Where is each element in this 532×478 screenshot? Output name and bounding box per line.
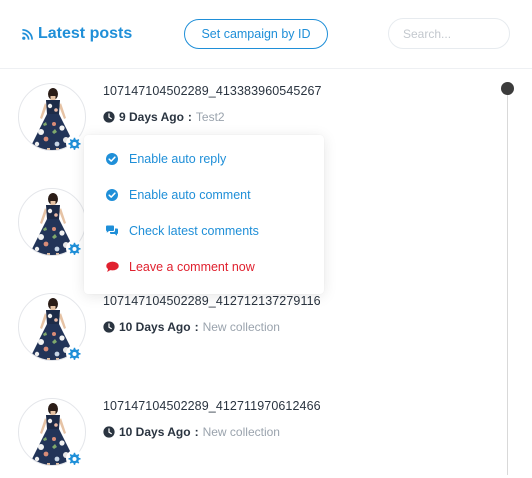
header-bar: Latest posts Set campaign by ID: [0, 0, 532, 69]
post-id[interactable]: 107147104502289_412712137279116: [103, 294, 321, 308]
check-circle-icon: [105, 152, 119, 166]
menu-item-enable-auto-comment[interactable]: Enable auto comment: [84, 180, 324, 210]
post-item[interactable]: 107147104502289_412711970612466 10 Days …: [0, 398, 490, 478]
gear-icon[interactable]: [66, 135, 83, 152]
post-age: 10 Days Ago: [119, 425, 191, 439]
menu-item-label: Check latest comments: [129, 224, 259, 238]
post-meta: 9 Days Ago : Test2: [103, 109, 225, 125]
menu-item-check-latest-comments[interactable]: Check latest comments: [84, 216, 324, 246]
post-meta: 10 Days Ago : New collection: [103, 319, 280, 335]
page-title: Latest posts: [22, 23, 132, 45]
comments-icon: [105, 224, 119, 238]
comment-icon: [105, 260, 119, 274]
post-campaign: Test2: [195, 110, 225, 124]
rss-icon: [22, 28, 33, 40]
post-id[interactable]: 107147104502289_412711970612466: [103, 399, 321, 413]
set-campaign-button[interactable]: Set campaign by ID: [184, 19, 328, 49]
post-campaign: New collection: [202, 320, 280, 334]
menu-item-leave-comment[interactable]: Leave a comment now: [84, 252, 324, 282]
clock-icon: [103, 111, 115, 123]
gear-icon[interactable]: [66, 240, 83, 257]
post-meta: 10 Days Ago : New collection: [103, 424, 280, 440]
post-actions-menu: Enable auto reply Enable auto comment Ch…: [84, 135, 324, 294]
check-circle-icon: [105, 188, 119, 202]
menu-item-label: Enable auto reply: [129, 152, 227, 166]
clock-icon: [103, 321, 115, 333]
timeline-line: [507, 88, 508, 475]
post-id[interactable]: 107147104502289_413383960545267: [103, 84, 322, 98]
post-age: 9 Days Ago: [119, 110, 184, 124]
clock-icon: [103, 426, 115, 438]
post-age: 10 Days Ago: [119, 320, 191, 334]
menu-item-enable-auto-reply[interactable]: Enable auto reply: [84, 144, 324, 174]
menu-item-label: Leave a comment now: [129, 260, 255, 274]
post-item[interactable]: 107147104502289_412712137279116 10 Days …: [0, 293, 490, 373]
gear-icon[interactable]: [66, 450, 83, 467]
search-input[interactable]: [388, 18, 510, 49]
gear-icon[interactable]: [66, 345, 83, 362]
timeline-dot: [501, 82, 514, 95]
page-title-text: Latest posts: [38, 25, 133, 42]
menu-item-label: Enable auto comment: [129, 188, 251, 202]
post-campaign: New collection: [202, 425, 280, 439]
